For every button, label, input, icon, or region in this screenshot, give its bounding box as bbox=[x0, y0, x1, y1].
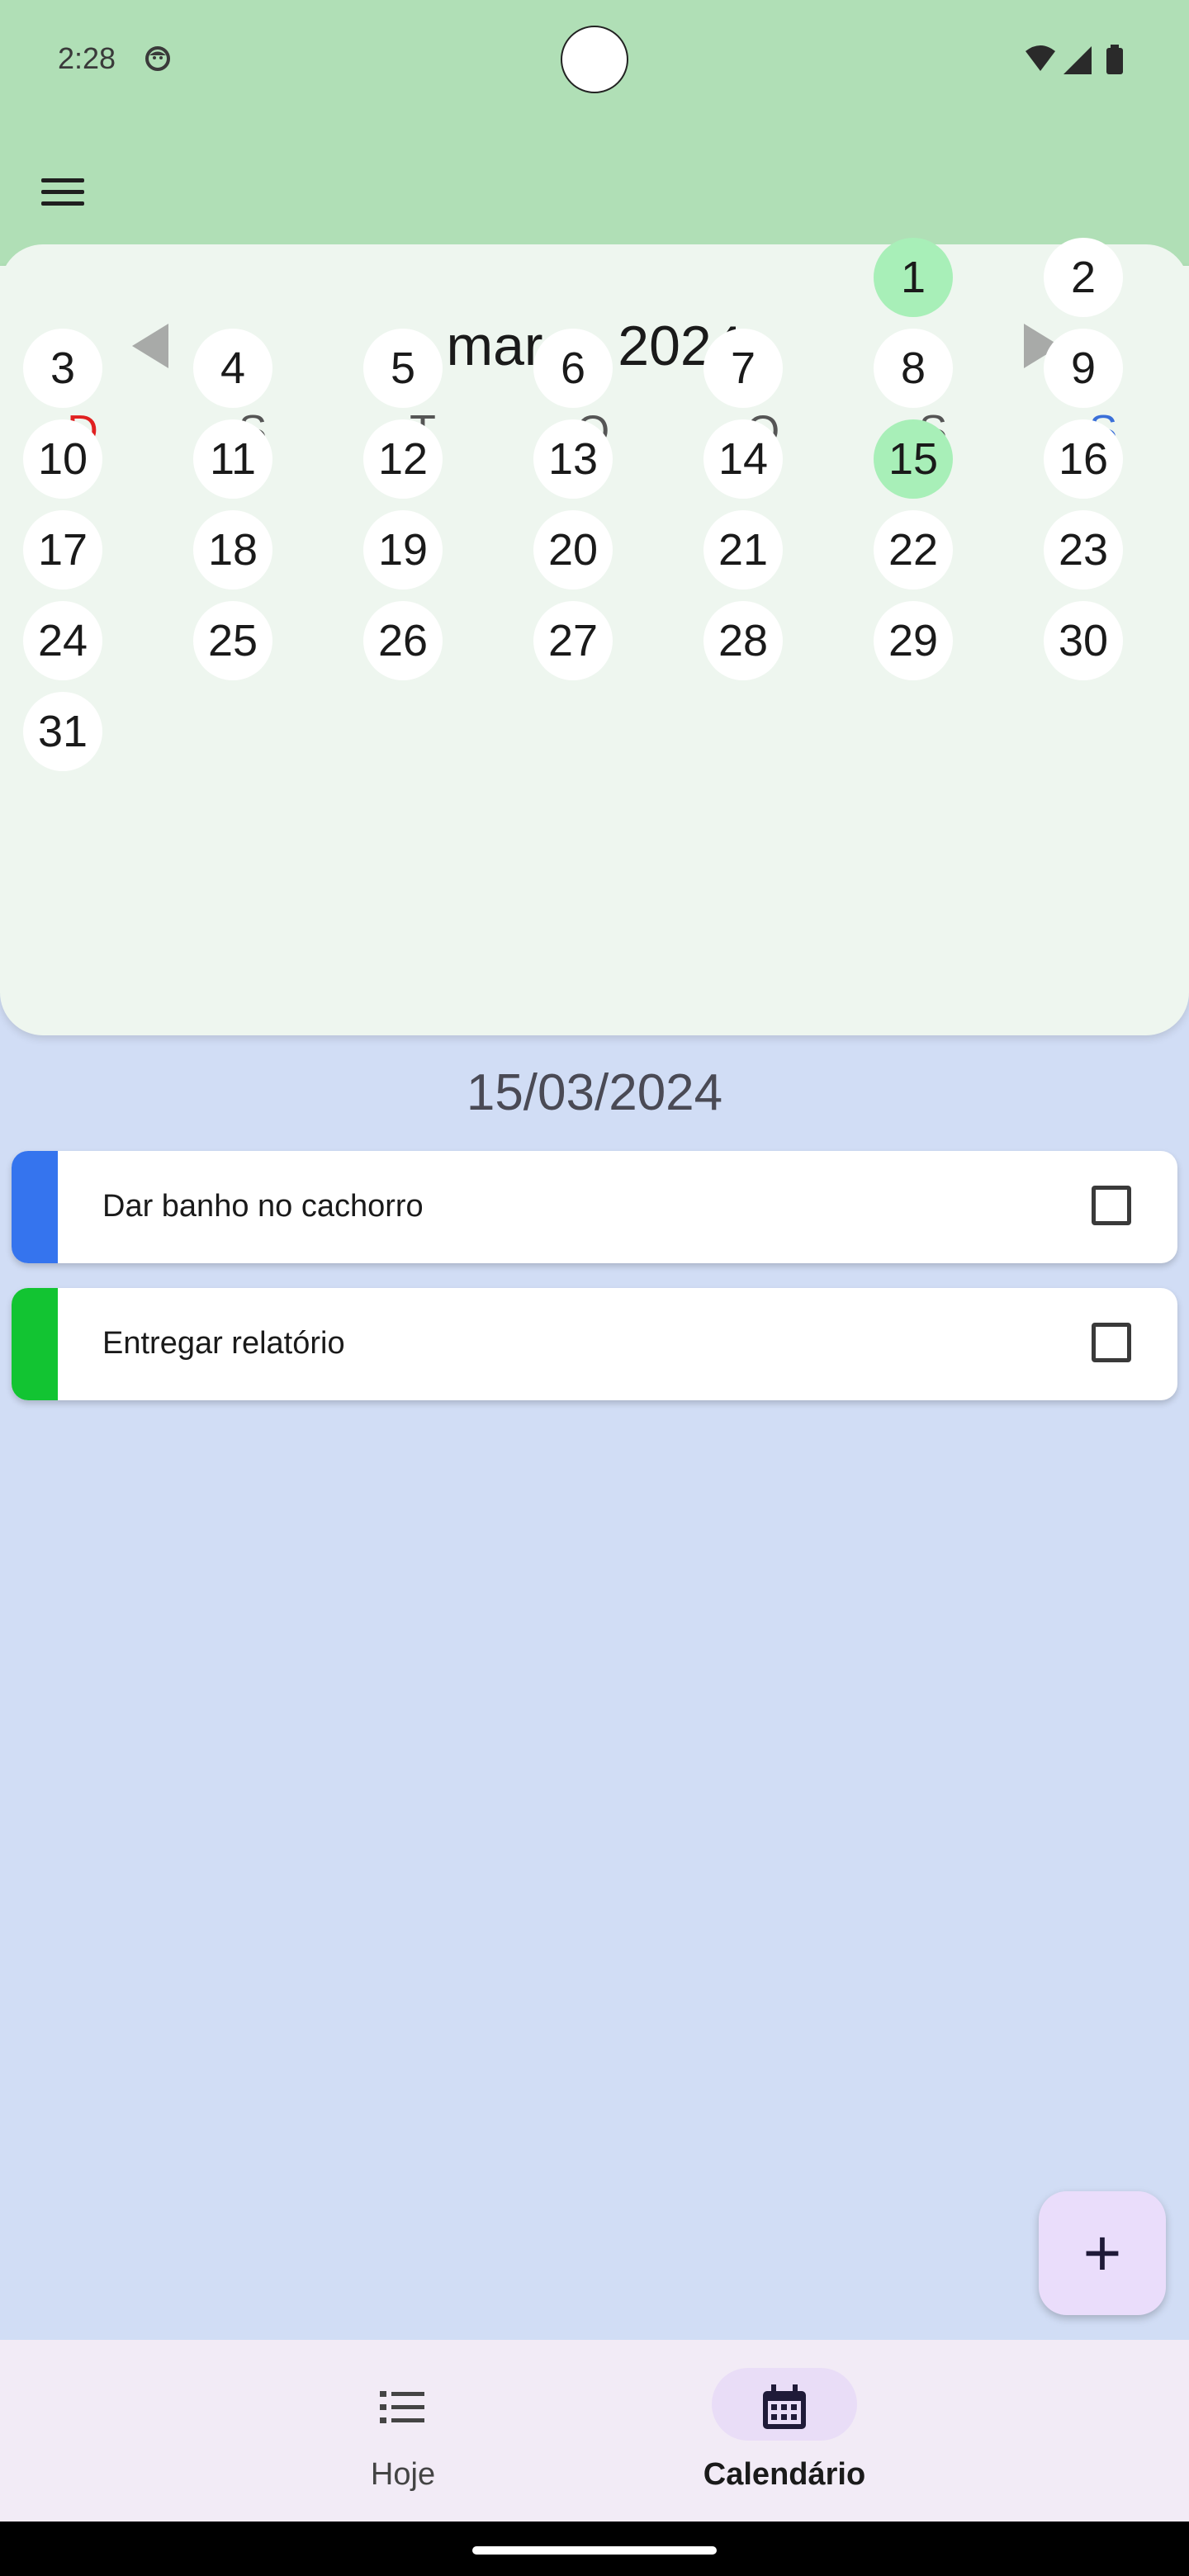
calendar-day[interactable]: 31 bbox=[23, 692, 102, 771]
list-icon bbox=[380, 2391, 424, 2423]
home-indicator[interactable] bbox=[472, 2546, 717, 2555]
calendar-day[interactable]: 27 bbox=[533, 601, 613, 680]
calendar-day[interactable]: 2 bbox=[1044, 238, 1123, 317]
task-label: Dar banho no cachorro bbox=[102, 1189, 424, 1224]
previous-month-icon[interactable] bbox=[126, 320, 175, 372]
calendar-day[interactable]: 10 bbox=[23, 419, 102, 499]
calendar-day[interactable]: 23 bbox=[1044, 510, 1123, 590]
calendar-day[interactable]: 29 bbox=[874, 601, 953, 680]
nav-item-calendar[interactable]: Calendário bbox=[661, 2340, 908, 2522]
front-camera-cutout bbox=[561, 26, 628, 93]
calendar-day[interactable]: 9 bbox=[1044, 329, 1123, 408]
calendar-day[interactable]: 16 bbox=[1044, 419, 1123, 499]
calendar-day[interactable]: 17 bbox=[23, 510, 102, 590]
calendar-day[interactable]: 22 bbox=[874, 510, 953, 590]
selected-date: 15/03/2024 bbox=[466, 1064, 723, 1121]
battery-icon bbox=[1106, 48, 1123, 74]
calendar-day[interactable]: 6 bbox=[533, 329, 613, 408]
calendar-day[interactable]: 20 bbox=[533, 510, 613, 590]
task-label: Entregar relatório bbox=[102, 1326, 345, 1361]
calendar-icon bbox=[763, 2384, 806, 2429]
calendar-day[interactable]: 12 bbox=[363, 419, 443, 499]
task-item[interactable]: Dar banho no cachorro bbox=[12, 1151, 1177, 1263]
calendar-day[interactable]: 5 bbox=[363, 329, 443, 408]
nav-item-today[interactable]: Hoje bbox=[279, 2340, 527, 2522]
calendar-day[interactable]: 30 bbox=[1044, 601, 1123, 680]
signal-icon bbox=[1063, 46, 1092, 74]
calendar-day[interactable]: 3 bbox=[23, 329, 102, 408]
status-time: 2:28 bbox=[58, 41, 116, 75]
task-checkbox[interactable] bbox=[1092, 1323, 1131, 1362]
calendar-day[interactable]: 11 bbox=[193, 419, 272, 499]
status-icons bbox=[1026, 45, 1123, 74]
calendar-day[interactable]: 26 bbox=[363, 601, 443, 680]
wifi-icon bbox=[1026, 45, 1055, 71]
calendar-day[interactable]: 21 bbox=[703, 510, 783, 590]
top-app-bar: 2:28 bbox=[0, 0, 1189, 266]
task-item[interactable]: Entregar relatório bbox=[12, 1288, 1177, 1400]
calendar-day[interactable]: 18 bbox=[193, 510, 272, 590]
calendar-day[interactable]: 1 bbox=[874, 238, 953, 317]
calendar-day[interactable]: 4 bbox=[193, 329, 272, 408]
calendar-card: março 2024 DSTQQSS1234567891011121314151… bbox=[0, 238, 1189, 1035]
calendar-day[interactable]: 25 bbox=[193, 601, 272, 680]
calendar-day[interactable]: 15 bbox=[874, 419, 953, 499]
calendar-day[interactable]: 13 bbox=[533, 419, 613, 499]
calendar-day[interactable]: 28 bbox=[703, 601, 783, 680]
plus-icon: + bbox=[1082, 2216, 1122, 2290]
task-color-bar bbox=[12, 1288, 58, 1400]
bottom-navigation: Hoje Calendário bbox=[0, 2340, 1189, 2522]
nav-label-today: Hoje bbox=[370, 2457, 436, 2492]
task-checkbox[interactable] bbox=[1092, 1186, 1131, 1225]
calendar-day[interactable]: 14 bbox=[703, 419, 783, 499]
calendar-day[interactable]: 24 bbox=[23, 601, 102, 680]
nav-label-calendar: Calendário bbox=[703, 2457, 866, 2492]
menu-button[interactable] bbox=[33, 162, 92, 221]
system-navigation-bar bbox=[0, 2522, 1189, 2576]
task-color-bar bbox=[12, 1151, 58, 1263]
calendar-day[interactable]: 7 bbox=[703, 329, 783, 408]
add-task-button[interactable]: + bbox=[1039, 2191, 1166, 2315]
calendar-day[interactable]: 19 bbox=[363, 510, 443, 590]
calendar-day[interactable]: 8 bbox=[874, 329, 953, 408]
notification-face-icon bbox=[145, 46, 170, 71]
